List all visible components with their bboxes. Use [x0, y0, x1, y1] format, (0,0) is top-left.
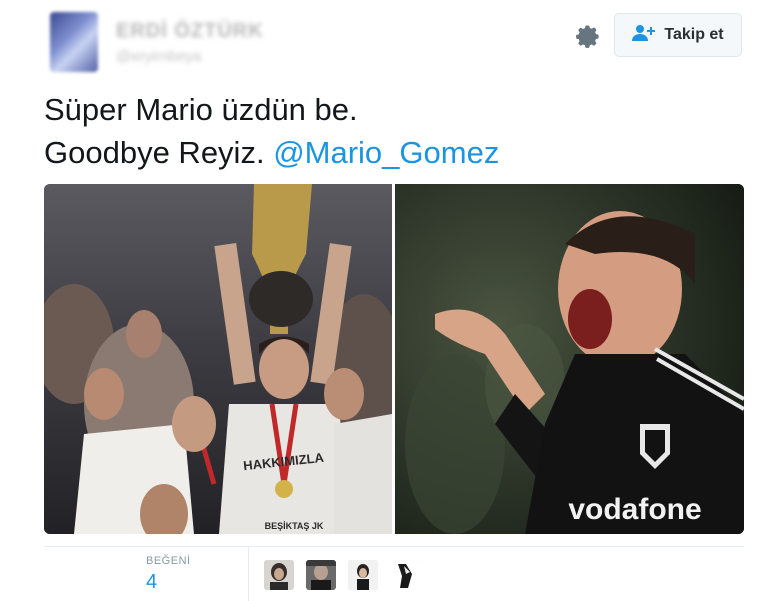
tweet-text: Süper Mario üzdün be. Goodbye Reyiz. @Ma… [44, 88, 744, 174]
photo-trophy-celebration[interactable]: HAKKIMIZLA BEŞİKTAŞ JK [44, 184, 392, 534]
follow-button[interactable]: Takip et [614, 13, 742, 57]
jersey-sponsor-text: vodafone [568, 493, 701, 526]
tweet-text-line-2-prefix: Goodbye Reyiz. [44, 135, 265, 170]
likes-label: BEĞENİ [146, 555, 191, 567]
shirt-text-sub: BEŞİKTAŞ JK [265, 521, 324, 531]
mention-link[interactable]: @Mario_Gomez [273, 135, 499, 170]
author-handle[interactable]: @eryirnbeya [116, 48, 201, 65]
liker-avatar[interactable] [348, 560, 378, 590]
author-name[interactable]: ERDİ ÖZTÜRK [116, 20, 264, 43]
stats-separator [248, 547, 249, 601]
author-avatar[interactable] [50, 12, 98, 72]
liker-avatar[interactable] [390, 560, 420, 590]
stats-divider [44, 546, 744, 547]
liker-avatar[interactable] [264, 560, 294, 590]
add-user-icon [632, 24, 656, 47]
photo-player-celebrating[interactable]: vodafone [395, 184, 744, 534]
liker-avatar[interactable] [306, 560, 336, 590]
tweet-text-line-2: Goodbye Reyiz. @Mario_Gomez [44, 131, 744, 174]
tweet-text-line-1: Süper Mario üzdün be. [44, 92, 358, 127]
likers-list [264, 560, 420, 590]
media-grid: HAKKIMIZLA BEŞİKTAŞ JK vodafone [44, 184, 744, 534]
gear-icon[interactable] [574, 22, 602, 50]
follow-button-label: Takip et [664, 26, 724, 43]
likes-count[interactable]: 4 [146, 571, 157, 594]
